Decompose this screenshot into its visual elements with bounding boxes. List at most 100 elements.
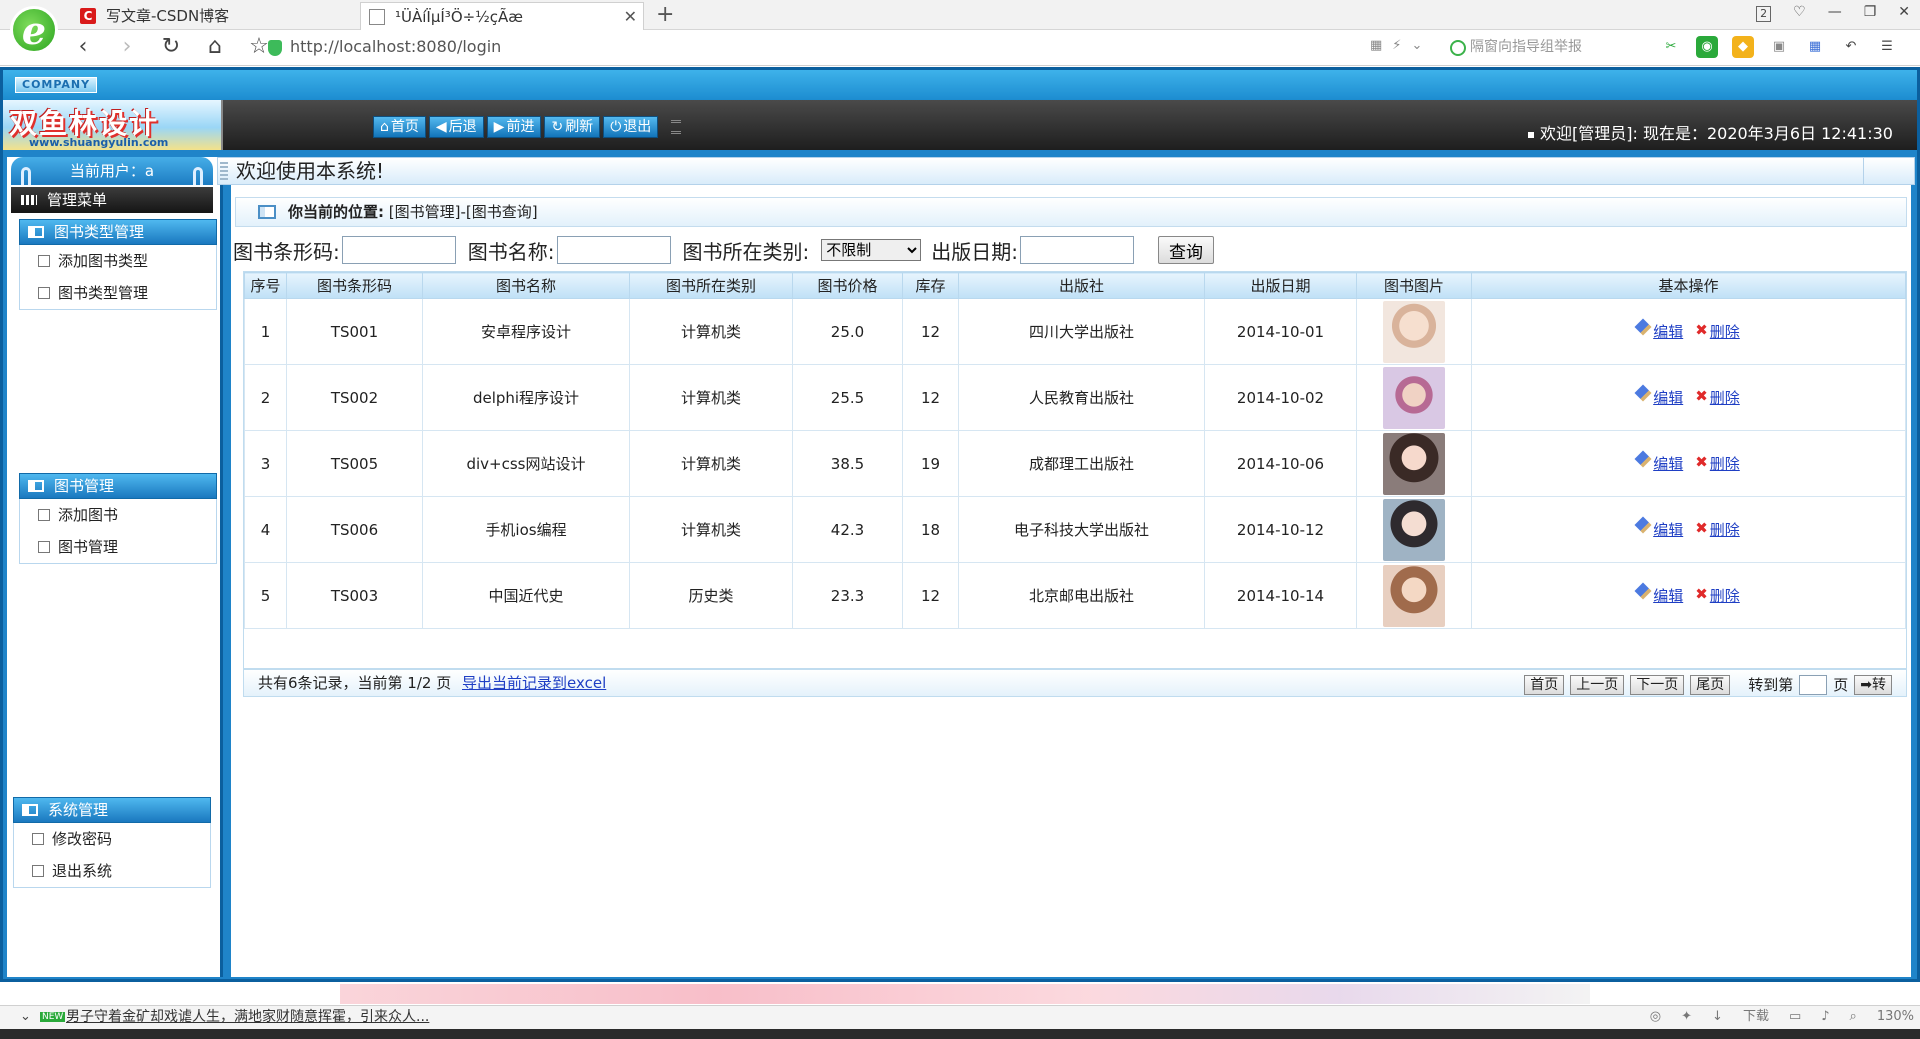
- logout-button[interactable]: ⏻ 退出: [603, 116, 659, 138]
- welcome-text: 欢迎[管理员]: 现在是：2020年3月6日 12:41:30: [1528, 120, 1893, 144]
- restore-icon[interactable]: ❐: [1864, 4, 1877, 22]
- browser-logo-icon[interactable]: e: [10, 6, 58, 54]
- col-header[interactable]: 图书条形码: [286, 272, 423, 299]
- section-header-book[interactable]: 图书管理: [19, 473, 217, 499]
- publish-date-label: 出版日期:: [931, 239, 1018, 264]
- sidebar-item-add-book-type[interactable]: 添加图书类型: [20, 245, 216, 277]
- next-page-button[interactable]: 下一页: [1630, 675, 1685, 695]
- page-icon: [38, 287, 50, 299]
- zoom-level[interactable]: 130%: [1877, 1006, 1914, 1028]
- back-icon[interactable]: ‹: [70, 34, 96, 59]
- query-button[interactable]: 查询: [1158, 236, 1214, 264]
- sidebar-item-add-book[interactable]: 添加图书: [20, 499, 216, 531]
- back-button[interactable]: ◀ 后退: [428, 116, 484, 138]
- prev-page-button[interactable]: 上一页: [1570, 675, 1625, 695]
- home-button[interactable]: ⌂ 首页: [373, 116, 426, 138]
- window-count-badge[interactable]: 2: [1756, 6, 1772, 22]
- delete-link[interactable]: 删除: [1710, 455, 1740, 473]
- undo-icon[interactable]: ↶: [1840, 36, 1862, 58]
- app-nav-buttons: ⌂ 首页 ◀ 后退 ▶ 前进 ↻ 刷新 ⏻ 退出: [373, 116, 682, 138]
- minimize-icon[interactable]: —: [1828, 4, 1842, 22]
- last-page-button[interactable]: 尾页: [1690, 675, 1731, 695]
- book-cover-image[interactable]: [1383, 498, 1445, 561]
- forward-button[interactable]: ▶ 前进: [486, 116, 542, 138]
- book-cover-image[interactable]: [1383, 366, 1445, 429]
- book-name-input[interactable]: [556, 236, 671, 264]
- publish-date-input[interactable]: [1020, 236, 1134, 264]
- col-header[interactable]: 序号: [244, 272, 287, 299]
- col-header[interactable]: 图书名称: [422, 272, 630, 299]
- chevron-down-icon[interactable]: ⌄: [20, 1006, 31, 1028]
- scissors-icon[interactable]: ✂: [1660, 36, 1682, 58]
- lightning-icon[interactable]: ⚡: [1392, 38, 1401, 53]
- pager-controls: 首页 上一页 下一页 尾页 转到第 页 ➡转: [1524, 672, 1892, 698]
- sidebar-item-book-type-management[interactable]: 图书类型管理: [20, 277, 216, 309]
- back-label: 后退: [448, 119, 477, 135]
- url-field[interactable]: http://localhost:8080/login: [290, 37, 501, 56]
- col-header[interactable]: 图书所在类别: [629, 272, 793, 299]
- qr-icon[interactable]: ▦: [1370, 38, 1382, 53]
- main-content: 欢迎使用本系统! 你当前的位置: [图书管理]-[图书查询] 图书条形码: 图书…: [217, 157, 1915, 977]
- pin-icon[interactable]: ✦: [1681, 1006, 1692, 1028]
- management-menu-header: 管理菜单: [11, 187, 213, 213]
- sidebar-section-book: 图书管理 添加图书 图书管理: [19, 473, 217, 564]
- apps-grid-icon[interactable]: ▦: [1804, 36, 1826, 58]
- delete-link[interactable]: 删除: [1710, 521, 1740, 539]
- category-select[interactable]: 不限制: [821, 239, 922, 261]
- col-header[interactable]: 出版日期: [1204, 272, 1357, 299]
- table-cell: 计算机类: [629, 298, 793, 365]
- edit-link[interactable]: 编辑: [1653, 521, 1683, 539]
- news-link[interactable]: 男子守着金矿却戏谑人生，满地家财随意挥霍，引来众人...: [66, 1006, 429, 1028]
- forward-icon[interactable]: ›: [114, 34, 140, 59]
- reload-icon[interactable]: ↻: [158, 34, 184, 59]
- circle-icon[interactable]: ◎: [1650, 1006, 1661, 1028]
- shield-badge-icon[interactable]: ◆: [1732, 36, 1754, 58]
- col-header[interactable]: 图书图片: [1356, 272, 1472, 299]
- edit-link[interactable]: 编辑: [1653, 587, 1683, 605]
- sidebar-item-change-password[interactable]: 修改密码: [14, 823, 210, 855]
- col-header[interactable]: 库存: [902, 272, 959, 299]
- tab-csdn[interactable]: C 写文章-CSDN博客: [72, 2, 352, 30]
- table-cell: 历史类: [629, 562, 793, 629]
- zoom-icon[interactable]: ⌕: [1850, 1006, 1857, 1028]
- edit-link[interactable]: 编辑: [1653, 323, 1683, 341]
- app-top-strip: COMPANY: [3, 70, 1917, 100]
- download-icon[interactable]: ↓: [1712, 1006, 1723, 1028]
- delete-link[interactable]: 删除: [1710, 389, 1740, 407]
- delete-link[interactable]: 删除: [1710, 323, 1740, 341]
- extension-icon[interactable]: ◉: [1696, 36, 1718, 58]
- image-icon[interactable]: ▣: [1768, 36, 1790, 58]
- menu-icon[interactable]: ☰: [1876, 36, 1898, 58]
- close-window-icon[interactable]: ✕: [1898, 4, 1910, 22]
- book-cover-image[interactable]: [1383, 432, 1445, 495]
- section-header-book-type[interactable]: 图书类型管理: [19, 219, 217, 245]
- new-tab-button[interactable]: +: [656, 0, 674, 30]
- section-header-system[interactable]: 系统管理: [13, 797, 211, 823]
- screen-icon[interactable]: ▭: [1789, 1006, 1801, 1028]
- download-label[interactable]: 下载: [1743, 1006, 1769, 1028]
- edit-link[interactable]: 编辑: [1653, 389, 1683, 407]
- tab-close-icon[interactable]: ✕: [624, 3, 637, 31]
- home-icon[interactable]: ⌂: [202, 34, 228, 59]
- shirt-icon[interactable]: ♡: [1793, 4, 1806, 22]
- sidebar-item-exit-system[interactable]: 退出系统: [14, 855, 210, 887]
- goto-page-input[interactable]: [1799, 675, 1828, 695]
- col-header[interactable]: 图书价格: [792, 272, 903, 299]
- delete-link[interactable]: 删除: [1710, 587, 1740, 605]
- sidebar-item-book-management[interactable]: 图书管理: [20, 531, 216, 563]
- col-header[interactable]: 出版社: [958, 272, 1205, 299]
- book-cover-image[interactable]: [1383, 564, 1445, 627]
- sound-icon[interactable]: ♪: [1821, 1006, 1829, 1028]
- chevron-down-icon[interactable]: ⌄: [1411, 38, 1422, 53]
- home-icon: ⌂: [380, 119, 389, 135]
- col-header[interactable]: 基本操作: [1471, 272, 1906, 299]
- tab-active[interactable]: ¹ÜÀíÏµÍ³Ö÷½çÃæ ✕: [360, 2, 644, 30]
- barcode-input[interactable]: [341, 236, 456, 264]
- book-cover-image[interactable]: [1383, 300, 1445, 363]
- edit-link[interactable]: 编辑: [1653, 455, 1683, 473]
- browser-search-input[interactable]: 隔窗向指导组举报: [1450, 36, 1630, 58]
- first-page-button[interactable]: 首页: [1524, 675, 1565, 695]
- go-button[interactable]: ➡转: [1854, 675, 1892, 695]
- export-excel-link[interactable]: 导出当前记录到excel: [462, 674, 606, 692]
- refresh-button[interactable]: ↻ 刷新: [544, 116, 601, 138]
